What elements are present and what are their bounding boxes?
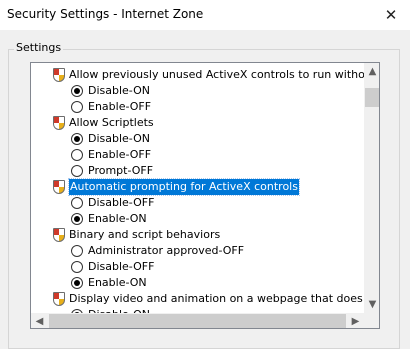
option-label: Disable-ON (88, 84, 150, 97)
setting-label: Allow previously unused ActiveX controls… (69, 68, 380, 81)
option-label: Disable-OFF (88, 196, 155, 209)
radio-unselected-icon[interactable] (71, 245, 83, 257)
settings-group-label: Settings (14, 41, 64, 54)
radio-unselected-icon[interactable] (71, 165, 83, 177)
radio-unselected-icon[interactable] (71, 261, 83, 273)
option-label: Enable-ON (88, 212, 147, 225)
settings-tree[interactable]: Allow previously unused ActiveX controls… (30, 62, 380, 329)
window-title: Security Settings - Internet Zone (7, 7, 204, 21)
security-shield-icon (53, 292, 65, 306)
scroll-up-icon[interactable]: ▲ (364, 63, 379, 80)
security-shield-icon (53, 228, 65, 242)
setting-label: Binary and script behaviors (69, 228, 221, 241)
title-bar: Security Settings - Internet Zone ✕ (0, 0, 410, 30)
security-shield-icon (53, 68, 65, 82)
security-shield-icon (53, 116, 65, 130)
option-label: Enable-OFF (88, 100, 152, 113)
setting-label: Display video and animation on a webpage… (69, 292, 380, 305)
setting-label: Automatic prompting for ActiveX controls (68, 178, 300, 196)
vertical-scrollbar[interactable]: ▲ ▼ (364, 63, 379, 313)
radio-selected-icon[interactable] (71, 133, 83, 145)
horizontal-scrollbar[interactable]: ◀ ▶ (31, 313, 364, 328)
radio-selected-icon[interactable] (71, 213, 83, 225)
option-label: Prompt-OFF (88, 164, 154, 177)
radio-unselected-icon[interactable] (71, 149, 83, 161)
radio-selected-icon[interactable] (71, 85, 83, 97)
scroll-down-icon[interactable]: ▼ (364, 296, 379, 313)
option-label: Enable-ON (88, 276, 147, 289)
radio-unselected-icon[interactable] (71, 197, 83, 209)
security-shield-icon (53, 180, 65, 194)
scrollbar-corner (364, 313, 379, 328)
option-label: Enable-OFF (88, 148, 152, 161)
vertical-scroll-thumb[interactable] (365, 88, 379, 107)
radio-unselected-icon[interactable] (71, 101, 83, 113)
scroll-left-icon[interactable]: ◀ (31, 313, 48, 328)
horizontal-scroll-thumb[interactable] (49, 314, 346, 328)
option-label: Disable-OFF (88, 260, 155, 273)
option-label: Disable-ON (88, 132, 150, 145)
close-icon[interactable]: ✕ (380, 4, 402, 26)
scroll-right-icon[interactable]: ▶ (347, 313, 364, 328)
radio-selected-icon[interactable] (71, 277, 83, 289)
setting-label: Allow Scriptlets (69, 116, 154, 129)
option-label: Administrator approved-OFF (88, 244, 245, 257)
